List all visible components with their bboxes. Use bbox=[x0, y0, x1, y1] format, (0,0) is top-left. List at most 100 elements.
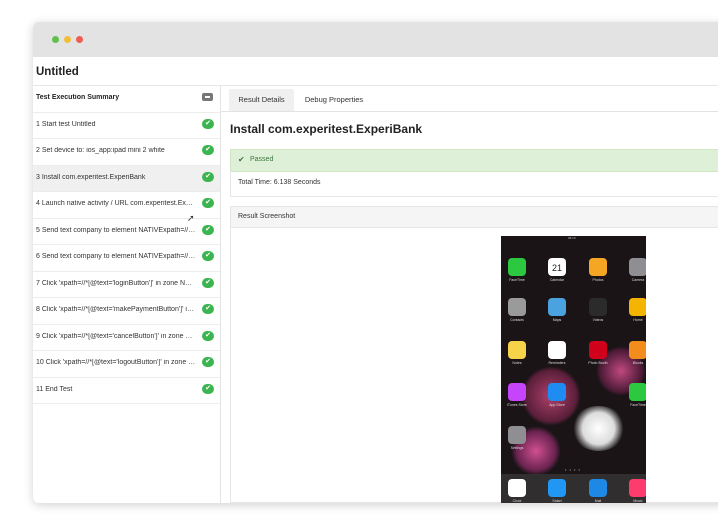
dock-app-icon[interactable]: Mail bbox=[587, 479, 609, 503]
step-item[interactable]: 3 Install com.experitest.ExperiBank ✔ bbox=[33, 165, 220, 192]
tab-result-details[interactable]: Result Details bbox=[229, 89, 294, 111]
minimize-button[interactable] bbox=[64, 36, 71, 43]
step-item[interactable]: 6 Send text company to element NATIVExpa… bbox=[33, 245, 220, 272]
close-button[interactable] bbox=[76, 36, 83, 43]
app-icon-graphic bbox=[548, 298, 566, 316]
app-icon-label: Safari bbox=[552, 499, 562, 503]
app-icon-graphic bbox=[548, 383, 566, 401]
app-icon[interactable]: Home bbox=[627, 298, 646, 322]
app-icon[interactable]: Reminders bbox=[546, 341, 568, 365]
app-icon-graphic bbox=[508, 258, 526, 276]
app-icon[interactable]: Maps bbox=[546, 298, 568, 322]
maximize-button[interactable] bbox=[52, 36, 59, 43]
app-icon-label: Reminders bbox=[548, 361, 566, 365]
dock-app-icon[interactable]: Safari bbox=[546, 479, 568, 503]
app-icon-label: iTunes Store bbox=[507, 403, 527, 407]
app-icon-graphic bbox=[508, 341, 526, 359]
step-label: 7 Click 'xpath=//*[@text='loginButton']'… bbox=[36, 279, 196, 287]
check-icon: ✔ bbox=[202, 304, 214, 314]
step-label: 4 Launch native activity / URL com.exper… bbox=[36, 200, 196, 207]
step-label: 6 Send text company to element NATIVExpa… bbox=[36, 253, 196, 260]
app-icon-label: Mail bbox=[594, 499, 602, 503]
test-steps-sidebar: Test Execution Summary 1 Start test Unti… bbox=[33, 86, 221, 503]
app-icon-graphic bbox=[629, 258, 646, 276]
app-icon[interactable]: Videos bbox=[587, 298, 609, 322]
check-icon: ✔ bbox=[202, 198, 214, 208]
result-panel: Result Details Debug Properties Install … bbox=[221, 86, 718, 503]
summary-header-label: Test Execution Summary bbox=[36, 94, 120, 101]
collapse-icon[interactable] bbox=[202, 93, 213, 101]
app-icon-graphic bbox=[589, 258, 607, 276]
total-time-text: Total Time: 6.138 Seconds bbox=[238, 179, 321, 186]
app-icon-graphic: 21 bbox=[548, 258, 566, 276]
check-icon: ✔ bbox=[202, 383, 214, 394]
app-icon-graphic bbox=[629, 341, 646, 359]
app-icon-graphic bbox=[629, 383, 646, 401]
app-icon[interactable]: iTunes Store bbox=[506, 383, 528, 407]
step-label: 9 Click 'xpath=//*[@text='cancelButton']… bbox=[36, 332, 196, 340]
app-icon[interactable]: Contacts bbox=[506, 298, 528, 322]
dock-app-icon[interactable]: Music bbox=[627, 479, 646, 503]
step-item[interactable]: 9 Click 'xpath=//*[@text='cancelButton']… bbox=[33, 325, 220, 351]
step-item[interactable]: 11 End Test ✔ bbox=[33, 378, 220, 404]
app-icon[interactable]: FaceTime bbox=[627, 383, 646, 407]
check-icon: ✔ bbox=[202, 171, 214, 182]
app-icon-graphic bbox=[508, 298, 526, 316]
app-icon-graphic bbox=[589, 341, 607, 359]
app-icon-label: Maps bbox=[552, 318, 562, 322]
app-icon-graphic bbox=[589, 479, 607, 497]
app-icon[interactable]: Notes bbox=[506, 341, 528, 365]
app-icon-graphic bbox=[508, 479, 526, 497]
app-icon-graphic bbox=[629, 298, 646, 316]
app-icon-graphic bbox=[629, 479, 646, 497]
summary-header[interactable]: Test Execution Summary bbox=[33, 86, 220, 113]
app-icon-label: Contacts bbox=[510, 318, 524, 322]
app-icon-label: FaceTime bbox=[509, 278, 525, 282]
app-icon-graphic bbox=[548, 341, 566, 359]
app-icon-label: Calendar bbox=[549, 278, 565, 282]
title-bar bbox=[33, 22, 718, 57]
step-label: 2 Set device to: ios_app:ipad mini 2 whi… bbox=[36, 147, 165, 154]
app-icon[interactable]: FaceTime bbox=[506, 258, 528, 282]
app-icon[interactable]: App Store bbox=[546, 383, 568, 407]
device-status-bar: 09:13 bbox=[501, 236, 646, 241]
app-icon-label: Notes bbox=[512, 361, 522, 365]
app-icon[interactable]: Camera bbox=[627, 258, 646, 282]
result-screenshot-panel: Result Screenshot 09:13 FaceTime 21 Calend… bbox=[230, 206, 718, 503]
device-dock: Clock Safari Mail Music bbox=[501, 474, 646, 503]
app-icon-label: Camera bbox=[631, 278, 645, 282]
total-time-box: Total Time: 6.138 Seconds bbox=[230, 170, 718, 197]
check-icon: ✔ bbox=[202, 357, 214, 367]
app-icon[interactable]: Photo Booth bbox=[587, 341, 609, 365]
app-icon-label: Clock bbox=[512, 499, 522, 503]
dock-app-icon[interactable]: Clock bbox=[506, 479, 528, 503]
tab-debug-properties[interactable]: Debug Properties bbox=[299, 89, 369, 111]
step-item[interactable]: 2 Set device to: ios_app:ipad mini 2 whi… bbox=[33, 139, 220, 166]
step-label: 11 End Test bbox=[36, 385, 73, 393]
device-screenshot[interactable]: 09:13 FaceTime 21 Calendar Photos Camera Cont… bbox=[501, 236, 646, 503]
app-icon[interactable]: 21 Calendar bbox=[546, 258, 568, 282]
wallpaper-flower bbox=[571, 406, 626, 451]
check-icon: ✔ bbox=[202, 145, 214, 155]
step-label: 10 Click 'xpath=//*[@text='logoutButton'… bbox=[36, 359, 196, 366]
step-label: 8 Click 'xpath=//*[@text='makePaymentBut… bbox=[36, 306, 196, 313]
step-item[interactable]: 1 Start test Untitled ✔ bbox=[33, 113, 220, 139]
step-item[interactable]: 7 Click 'xpath=//*[@text='loginButton']'… bbox=[33, 272, 220, 298]
app-icon-label: iBooks bbox=[632, 361, 644, 365]
app-icon-label: App Store bbox=[549, 403, 565, 407]
app-icon-graphic bbox=[589, 298, 607, 316]
step-item[interactable]: 10 Click 'xpath=//*[@text='logoutButton'… bbox=[33, 351, 220, 378]
app-icon[interactable]: Photos bbox=[587, 258, 609, 282]
app-icon-label: FaceTime bbox=[630, 403, 646, 407]
status-banner: ✔ Passed bbox=[230, 149, 718, 172]
device-status-time: 09:13 bbox=[568, 236, 576, 240]
app-icon[interactable]: iBooks bbox=[627, 341, 646, 365]
app-icon-label: Videos bbox=[592, 318, 604, 322]
app-icon-graphic bbox=[508, 426, 526, 444]
step-label: 1 Start test Untitled bbox=[36, 120, 96, 128]
status-text: Passed bbox=[250, 156, 274, 163]
app-icon-label: Photo Booth bbox=[588, 361, 608, 365]
step-item[interactable]: 8 Click 'xpath=//*[@text='makePaymentBut… bbox=[33, 298, 220, 325]
app-icon[interactable]: Settings bbox=[506, 426, 528, 450]
check-icon: ✔ bbox=[202, 118, 214, 129]
